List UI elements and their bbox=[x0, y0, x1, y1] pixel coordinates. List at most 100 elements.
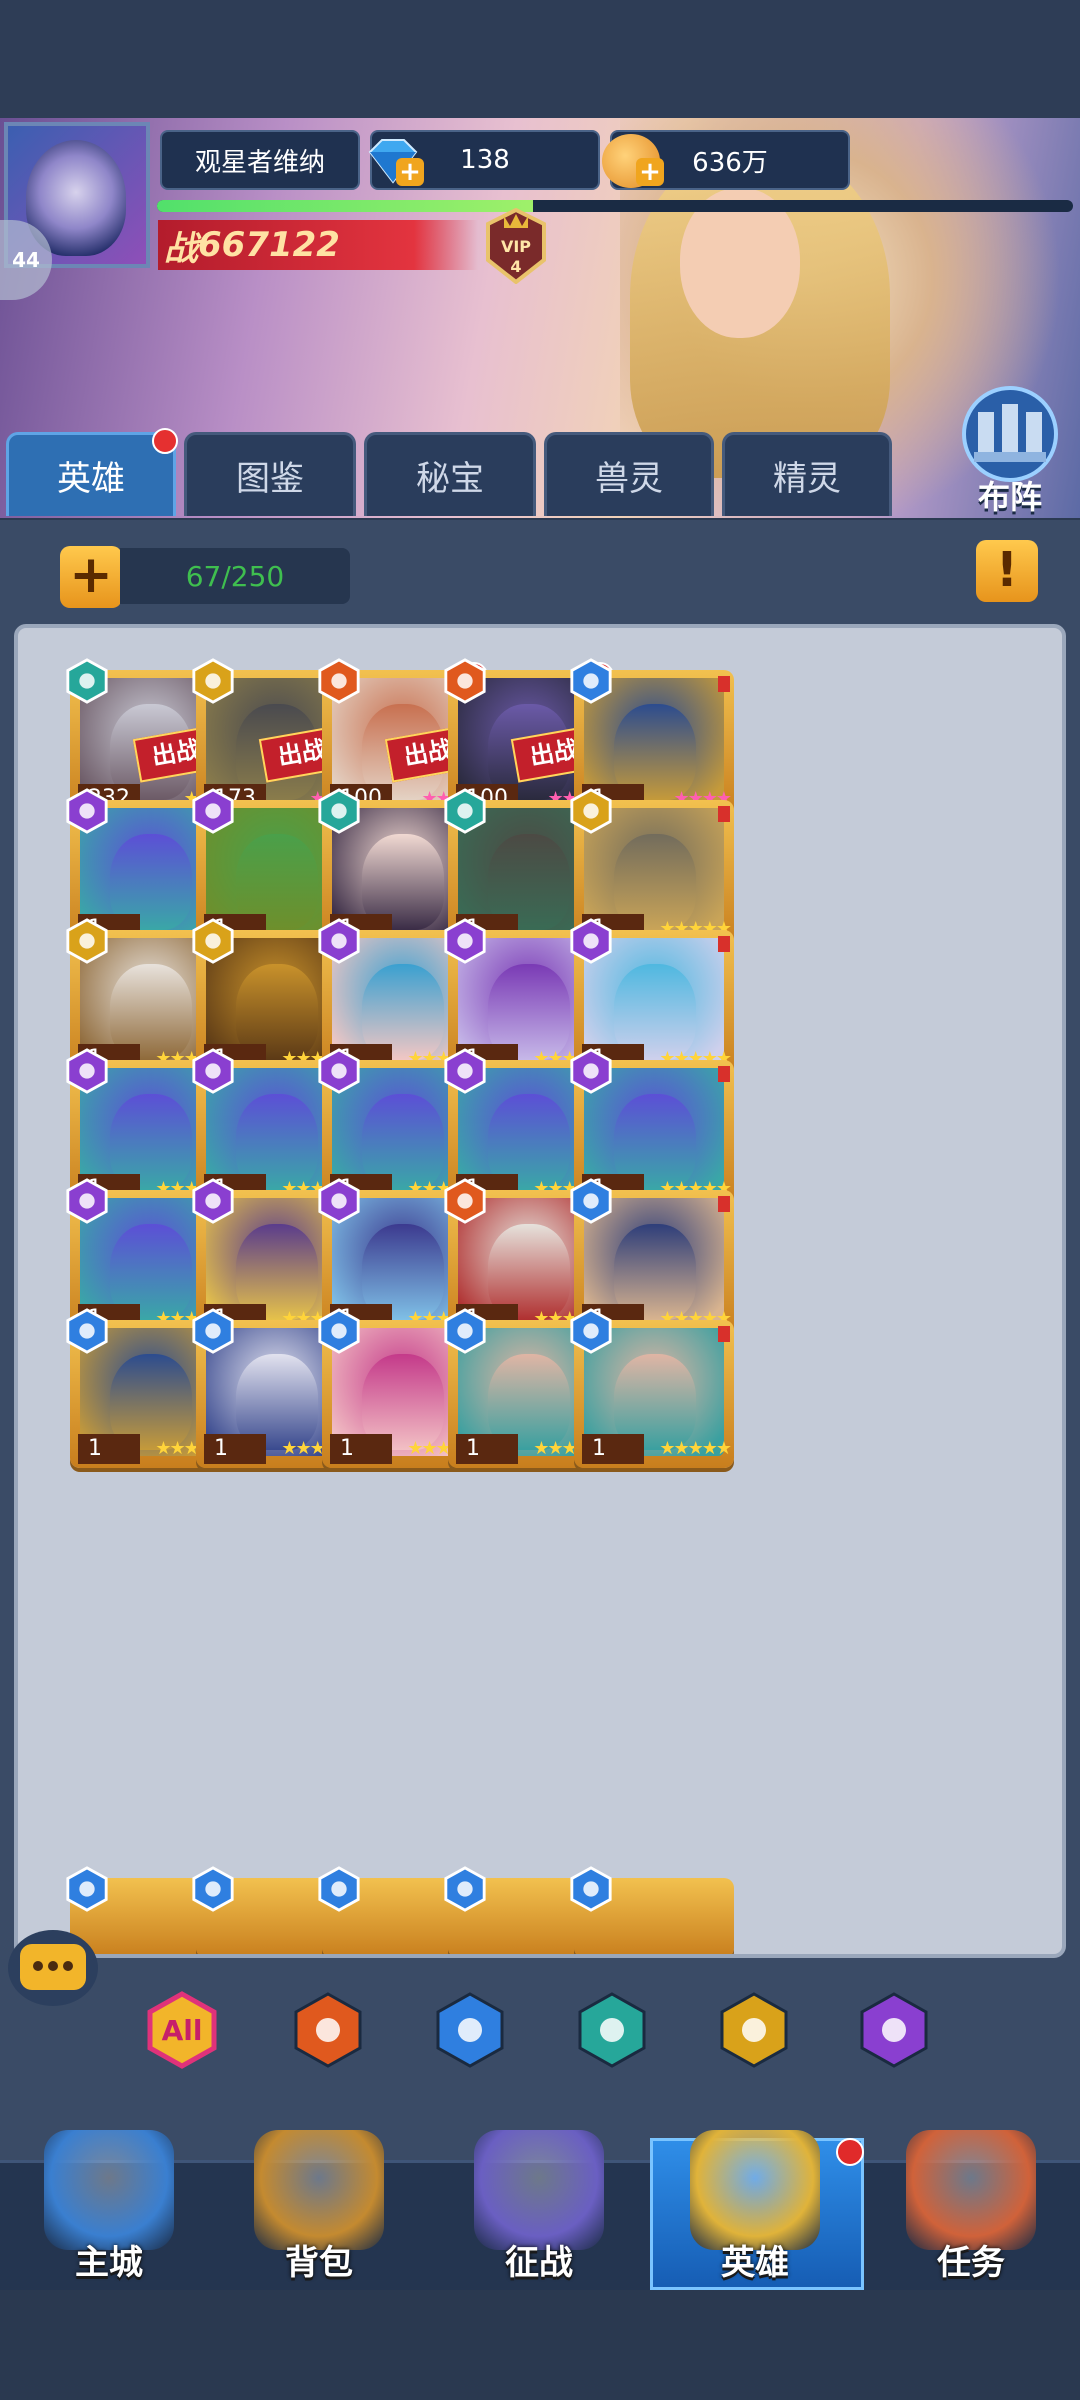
scroll-icon bbox=[906, 2130, 1036, 2250]
faction-fire-icon bbox=[442, 658, 488, 706]
faction-purple-icon bbox=[64, 1178, 110, 1226]
hero-grid[interactable]: 出战232★★★出战173★★★出战100★★★★出战100★★★★1★★★★1… bbox=[14, 624, 1066, 1958]
tab-sprite[interactable]: 精灵 bbox=[722, 432, 892, 516]
bookmark-icon bbox=[718, 806, 730, 822]
faction-skull-icon bbox=[64, 658, 110, 706]
status-bar bbox=[0, 0, 1080, 118]
notification-dot bbox=[836, 2138, 864, 2166]
faction-purple-icon bbox=[316, 1178, 362, 1226]
faction-blue-icon bbox=[568, 1866, 614, 1914]
nav-label: 征战 bbox=[505, 2243, 573, 2283]
nav-main-city[interactable]: 主城 bbox=[4, 2110, 214, 2290]
filter-all-label: All bbox=[161, 2014, 203, 2047]
formation-button[interactable]: 布阵 bbox=[946, 382, 1074, 516]
hero-card[interactable] bbox=[570, 1866, 734, 1954]
hero-level: 1 bbox=[582, 1434, 644, 1464]
nav-heroes[interactable]: 英雄 bbox=[650, 2110, 860, 2290]
faction-purple-icon bbox=[190, 788, 236, 836]
add-gems-icon[interactable]: + bbox=[396, 158, 424, 186]
hero-stars: ★★★★★ bbox=[659, 1438, 732, 1459]
nav-label: 主城 bbox=[75, 2243, 143, 2283]
filter-all-button[interactable]: All bbox=[144, 1990, 220, 2070]
formation-label: 布阵 bbox=[977, 478, 1042, 516]
faction-purple-icon bbox=[442, 1048, 488, 1096]
filter-blue-button[interactable] bbox=[432, 1990, 508, 2070]
player-name: 观星者维纳 bbox=[160, 130, 360, 190]
system-nav-area bbox=[0, 2290, 1080, 2400]
nav-label: 英雄 bbox=[721, 2243, 789, 2283]
faction-purple-icon bbox=[568, 1048, 614, 1096]
faction-fire-icon bbox=[294, 1992, 362, 2068]
vip-level: 4 bbox=[510, 257, 521, 276]
faction-blue-icon bbox=[568, 1308, 614, 1356]
faction-purple-icon bbox=[316, 1048, 362, 1096]
bookmark-icon bbox=[718, 1066, 730, 1082]
gold-amount: 636万 bbox=[692, 147, 768, 178]
nav-campaign[interactable]: 征战 bbox=[434, 2110, 644, 2290]
faction-blue-icon bbox=[442, 1866, 488, 1914]
filter-purple-button[interactable] bbox=[856, 1990, 932, 2070]
faction-gold-icon bbox=[190, 918, 236, 966]
faction-blue-icon bbox=[568, 1178, 614, 1226]
filter-fire-button[interactable] bbox=[290, 1990, 366, 2070]
faction-purple-icon bbox=[64, 1048, 110, 1096]
gold-counter[interactable]: + 636万 bbox=[602, 130, 850, 190]
faction-skull-icon bbox=[316, 788, 362, 836]
add-gold-icon[interactable]: + bbox=[636, 158, 664, 186]
info-button[interactable]: ! bbox=[976, 540, 1038, 602]
faction-purple-icon bbox=[316, 918, 362, 966]
castle-icon bbox=[44, 2130, 174, 2250]
expand-capacity-button[interactable]: + bbox=[60, 546, 122, 608]
faction-blue-icon bbox=[568, 658, 614, 706]
filter-gold-button[interactable] bbox=[716, 1990, 792, 2070]
hero-helmet-icon bbox=[690, 2130, 820, 2250]
faction-purple-icon bbox=[442, 918, 488, 966]
experience-fill bbox=[157, 200, 533, 212]
nav-label: 任务 bbox=[937, 2243, 1005, 2283]
vip-label: VIP bbox=[501, 237, 531, 256]
hero-level: 1 bbox=[456, 1434, 518, 1464]
faction-fire-icon bbox=[316, 658, 362, 706]
nav-quests[interactable]: 任务 bbox=[866, 2110, 1076, 2290]
faction-purple-icon bbox=[568, 918, 614, 966]
dragon-portal-icon bbox=[474, 2130, 604, 2250]
faction-blue-icon bbox=[316, 1866, 362, 1914]
faction-purple-icon bbox=[190, 1048, 236, 1096]
gem-counter[interactable]: + 138 bbox=[368, 130, 600, 190]
tab-heroes[interactable]: 英雄 bbox=[6, 432, 176, 516]
combat-power-value: 667122 bbox=[198, 225, 340, 265]
faction-skull-icon bbox=[578, 1992, 646, 2068]
faction-blue-icon bbox=[316, 1308, 362, 1356]
hero-card[interactable]: 1 ★★★★★ bbox=[570, 1308, 734, 1468]
faction-blue-icon bbox=[64, 1866, 110, 1914]
nav-backpack[interactable]: 背包 bbox=[214, 2110, 424, 2290]
hero-level: 1 bbox=[330, 1434, 392, 1464]
filter-skull-button[interactable] bbox=[574, 1990, 650, 2070]
faction-gold-icon bbox=[64, 918, 110, 966]
hero-level: 1 bbox=[78, 1434, 140, 1464]
faction-fire-icon bbox=[442, 1178, 488, 1226]
faction-skull-icon bbox=[442, 788, 488, 836]
tab-beast-spirit[interactable]: 兽灵 bbox=[544, 432, 714, 516]
tab-codex[interactable]: 图鉴 bbox=[184, 432, 356, 516]
faction-blue-icon bbox=[64, 1308, 110, 1356]
faction-purple-icon bbox=[860, 1992, 928, 2068]
nav-label: 背包 bbox=[285, 2243, 353, 2283]
combat-power: 战 667122 bbox=[158, 220, 478, 270]
formation-castle-icon bbox=[962, 386, 1058, 482]
treasure-chest-icon bbox=[254, 2130, 384, 2250]
chat-button[interactable] bbox=[8, 1930, 98, 2006]
faction-gold-icon bbox=[568, 788, 614, 836]
hero-count: 67/250 bbox=[120, 548, 350, 604]
chat-bubble-icon bbox=[20, 1944, 86, 1990]
notification-dot bbox=[152, 428, 178, 454]
hero-level: 1 bbox=[204, 1434, 266, 1464]
faction-blue-icon bbox=[442, 1308, 488, 1356]
vip-badge[interactable]: VIP 4 bbox=[484, 208, 548, 284]
faction-blue-icon bbox=[190, 1866, 236, 1914]
bookmark-icon bbox=[718, 1326, 730, 1342]
experience-bar bbox=[157, 200, 1073, 212]
faction-gold-icon bbox=[720, 1992, 788, 2068]
tab-treasure[interactable]: 秘宝 bbox=[364, 432, 536, 516]
bookmark-icon bbox=[718, 676, 730, 692]
